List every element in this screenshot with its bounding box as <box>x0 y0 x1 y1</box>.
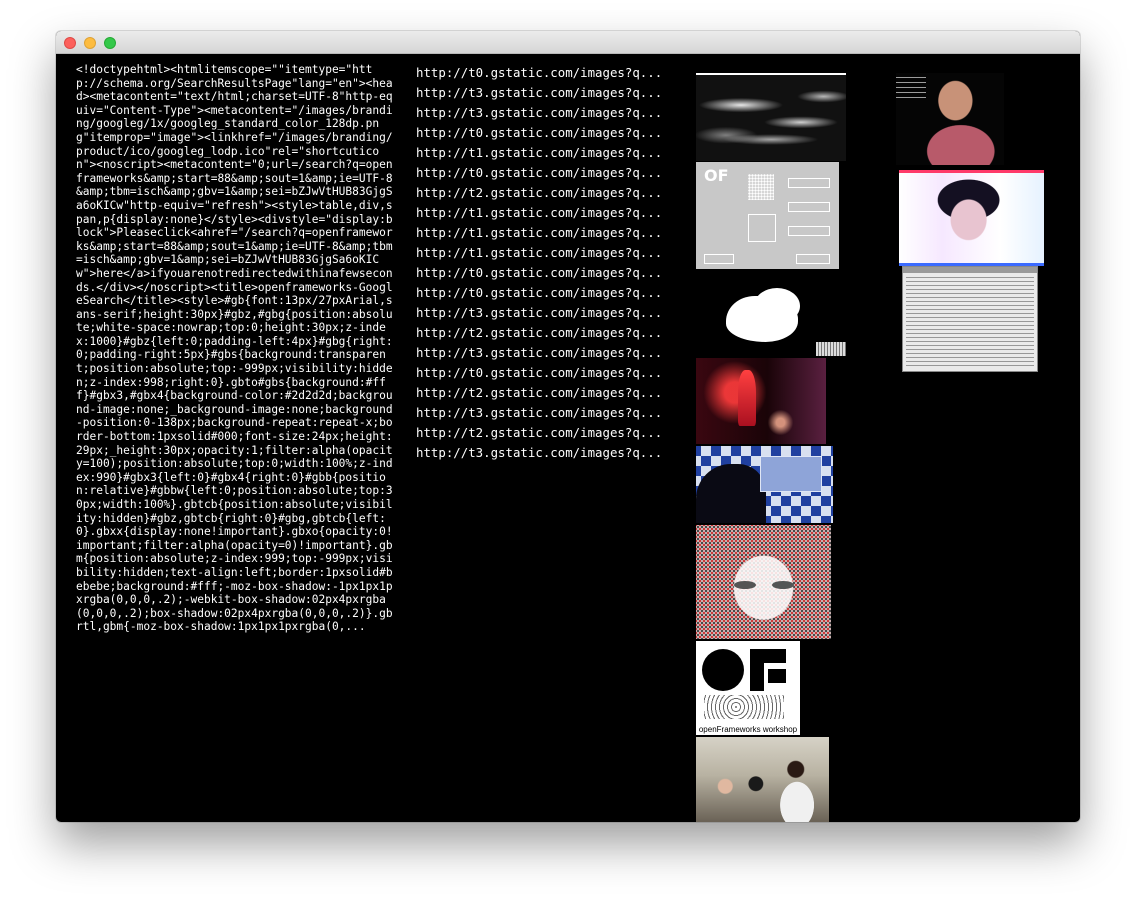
of-workshop-thumbnail[interactable]: openFrameworks workshop <box>696 641 800 735</box>
title-bar <box>56 31 1080 54</box>
image-url-link[interactable]: http://t0.gstatic.com/images?q... <box>416 63 686 83</box>
group-photo-thumbnail[interactable] <box>696 737 829 822</box>
image-url-link[interactable]: http://t2.gstatic.com/images?q... <box>416 423 686 443</box>
image-url-link[interactable]: http://t2.gstatic.com/images?q... <box>416 383 686 403</box>
dot-grid <box>748 174 774 200</box>
smoke-thumbnail[interactable] <box>696 73 846 161</box>
of-logo-f <box>750 649 786 663</box>
browser-window: <!doctypehtml><htmlitemscope=""itemtype=… <box>56 31 1080 822</box>
image-url-link[interactable]: http://t3.gstatic.com/images?q... <box>416 343 686 363</box>
image-url-link[interactable]: http://t3.gstatic.com/images?q... <box>416 303 686 323</box>
red-room-thumbnail[interactable] <box>696 358 826 444</box>
maximize-window-button[interactable] <box>104 37 116 49</box>
code-screenshot-thumbnail[interactable] <box>902 266 1038 372</box>
image-url-link[interactable]: http://t0.gstatic.com/images?q... <box>416 123 686 143</box>
page-source-text: <!doctypehtml><htmlitemscope=""itemtype=… <box>76 63 393 634</box>
image-url-link[interactable]: http://t0.gstatic.com/images?q... <box>416 263 686 283</box>
diagram-box <box>796 254 830 264</box>
image-url-link[interactable]: http://t2.gstatic.com/images?q... <box>416 323 686 343</box>
face-eye <box>734 581 756 589</box>
hand-silhouette <box>696 464 766 523</box>
barcode-strip <box>816 342 846 356</box>
image-url-list: http://t0.gstatic.com/images?q... http:/… <box>416 63 686 463</box>
image-url-link[interactable]: http://t1.gstatic.com/images?q... <box>416 203 686 223</box>
image-url-link[interactable]: http://t0.gstatic.com/images?q... <box>416 283 686 303</box>
image-url-link[interactable]: http://t3.gstatic.com/images?q... <box>416 83 686 103</box>
glitch-portrait-thumbnail[interactable] <box>899 170 1044 266</box>
diagram-box <box>704 254 734 264</box>
ui-panel <box>760 456 822 492</box>
screenshot-titlebar <box>903 267 1037 273</box>
diagram-box <box>788 226 830 236</box>
doodle-illustration <box>704 695 784 719</box>
overlay-ui <box>896 77 926 99</box>
close-window-button[interactable] <box>64 37 76 49</box>
of-logo-text: OF <box>704 166 729 185</box>
face-eye <box>772 581 794 589</box>
diagram-square <box>748 214 776 242</box>
touch-interface-thumbnail[interactable] <box>696 446 833 523</box>
image-url-link[interactable]: http://t3.gstatic.com/images?q... <box>416 403 686 423</box>
illuminated-dress <box>738 370 756 426</box>
image-url-link[interactable]: http://t2.gstatic.com/images?q... <box>416 183 686 203</box>
page-content: <!doctypehtml><htmlitemscope=""itemtype=… <box>56 54 1080 822</box>
of-logo-f <box>768 669 786 683</box>
diagram-box <box>788 178 830 188</box>
image-url-link[interactable]: http://t0.gstatic.com/images?q... <box>416 163 686 183</box>
diagram-box <box>788 202 830 212</box>
image-url-link[interactable]: http://t0.gstatic.com/images?q... <box>416 363 686 383</box>
image-url-link[interactable]: http://t3.gstatic.com/images?q... <box>416 443 686 463</box>
image-url-link[interactable]: http://t1.gstatic.com/images?q... <box>416 223 686 243</box>
of-logo-o <box>702 649 744 691</box>
sculpture-shape <box>754 288 800 324</box>
image-url-link[interactable]: http://t3.gstatic.com/images?q... <box>416 103 686 123</box>
code-lines <box>906 277 1034 368</box>
image-url-link[interactable]: http://t1.gstatic.com/images?q... <box>416 243 686 263</box>
portrait-thumbnail[interactable] <box>896 73 1004 165</box>
of-workshop-caption: openFrameworks workshop <box>698 725 798 734</box>
minimize-window-button[interactable] <box>84 37 96 49</box>
halftone-face-thumbnail[interactable] <box>696 525 831 639</box>
sculpture-thumbnail[interactable] <box>696 288 846 356</box>
diagram-thumbnail[interactable]: OF <box>696 162 839 269</box>
image-url-link[interactable]: http://t1.gstatic.com/images?q... <box>416 143 686 163</box>
